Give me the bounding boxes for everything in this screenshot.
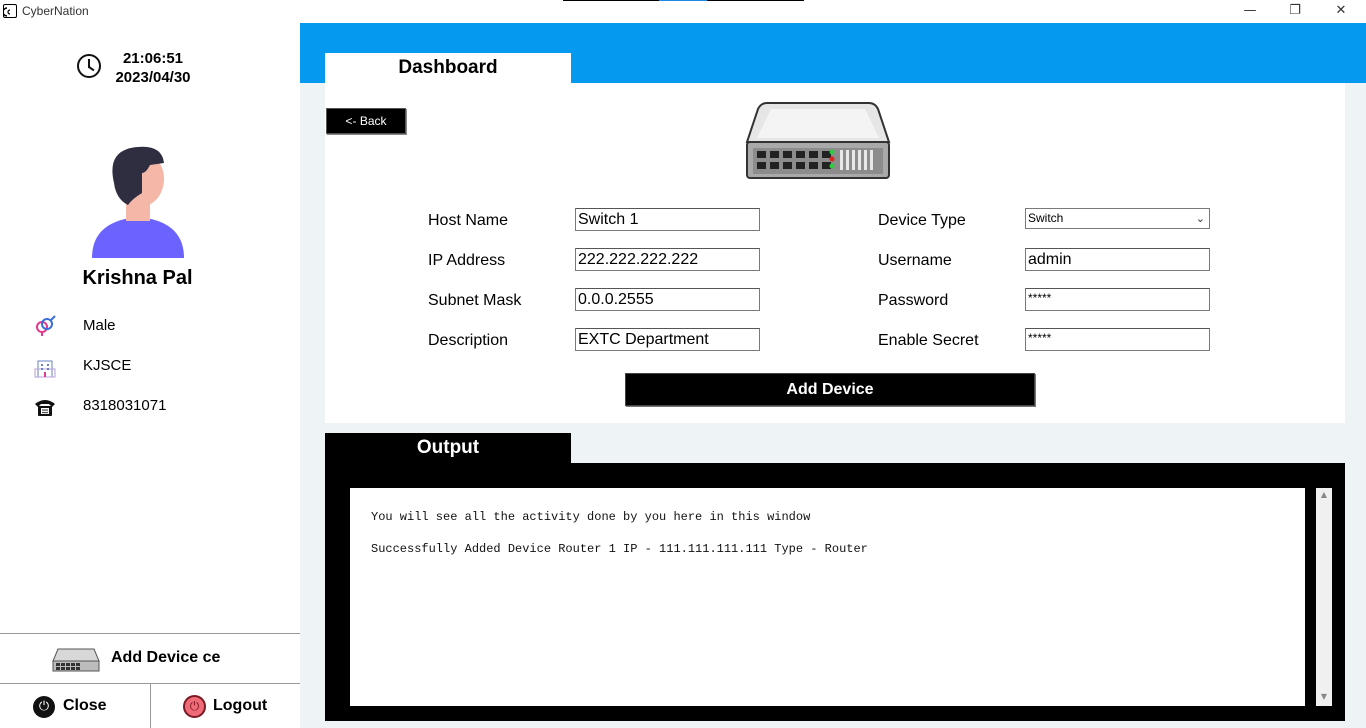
close-window-button[interactable]: ✕ xyxy=(1329,2,1353,20)
minimize-button[interactable]: — xyxy=(1238,2,1262,20)
clock-icon xyxy=(77,54,101,78)
device-type-label: Device Type xyxy=(878,212,966,229)
ip-address-input[interactable]: 222.222.222.222 xyxy=(575,248,760,271)
current-date: 2023/04/30 xyxy=(115,69,191,86)
ip-address-label: IP Address xyxy=(428,252,506,269)
restore-button[interactable]: ❐ xyxy=(1283,2,1307,20)
logout-button[interactable]: ⏻ Logout xyxy=(151,684,300,728)
network-switch-icon xyxy=(745,100,891,182)
close-button[interactable]: ⏻ Close xyxy=(0,684,150,728)
power-icon: ⏻ xyxy=(33,696,55,718)
phone-text: 8318031071 xyxy=(83,397,167,414)
device-type-value: Switch xyxy=(1028,211,1064,225)
subnet-mask-label: Subnet Mask xyxy=(428,292,522,309)
username-label: Username xyxy=(878,252,952,269)
description-input[interactable]: EXTC Department xyxy=(575,328,760,351)
gender-text: Male xyxy=(83,317,116,334)
tab-dashboard[interactable]: Dashboard xyxy=(325,53,571,83)
back-button[interactable]: <- Back xyxy=(326,108,406,134)
host-name-input[interactable]: Switch 1 xyxy=(575,208,760,231)
host-name-label: Host Name xyxy=(428,212,509,229)
scroll-up-icon[interactable]: ▲ xyxy=(1316,490,1332,502)
power-icon: ⏻ xyxy=(183,695,206,718)
building-icon xyxy=(33,357,56,379)
device-type-select[interactable]: Switch ⌄ xyxy=(1025,208,1210,229)
chevron-down-icon: ⌄ xyxy=(1195,212,1205,225)
user-name: Krishna Pal xyxy=(82,267,193,289)
network-switch-icon xyxy=(52,647,100,673)
enable-secret-label: Enable Secret xyxy=(878,332,979,349)
app-title: CyberNation xyxy=(22,4,89,18)
close-button-label: Close xyxy=(63,697,107,714)
password-label: Password xyxy=(878,292,949,309)
title-bar: CyberNation — ❐ ✕ xyxy=(0,0,1366,23)
username-input[interactable]: admin xyxy=(1025,248,1210,271)
enable-secret-input[interactable]: ***** xyxy=(1025,328,1210,351)
app-logo-icon xyxy=(2,4,17,18)
password-input[interactable]: ***** xyxy=(1025,288,1210,311)
description-label: Description xyxy=(428,332,509,349)
output-scrollbar[interactable]: ▲ ▼ xyxy=(1316,488,1332,706)
scroll-down-icon[interactable]: ▼ xyxy=(1316,692,1332,704)
current-time: 21:06:51 xyxy=(122,50,184,67)
gender-icon xyxy=(33,315,56,337)
tab-output[interactable]: Output xyxy=(325,433,571,465)
telephone-icon xyxy=(33,396,55,418)
logout-button-label: Logout xyxy=(213,697,268,714)
log-line: You will see all the activity done by yo… xyxy=(371,510,811,524)
title-accent xyxy=(659,0,707,1)
log-line: Successfully Added Device Router 1 IP - … xyxy=(371,542,868,556)
sidebar-item-label: Add Device ce xyxy=(111,649,221,666)
institution-text: KJSCE xyxy=(83,357,132,374)
add-device-button[interactable]: Add Device xyxy=(625,373,1035,406)
avatar xyxy=(88,143,188,258)
tab-label: Dashboard xyxy=(398,57,498,78)
sidebar-item-add-device[interactable]: Add Device ce xyxy=(0,634,300,683)
output-log[interactable]: You will see all the activity done by yo… xyxy=(350,488,1305,706)
tab-label: Output xyxy=(416,437,480,458)
subnet-mask-input[interactable]: 0.0.0.2555 xyxy=(575,288,760,311)
